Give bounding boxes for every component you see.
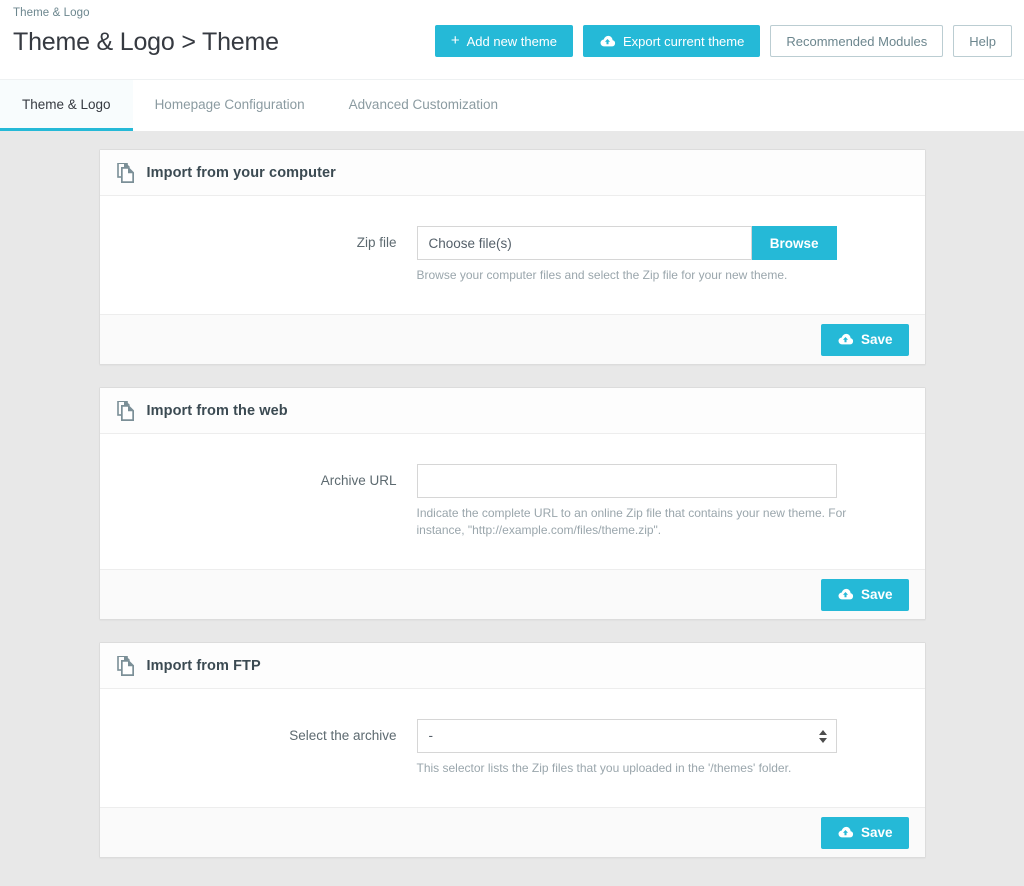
tab-theme-and-logo[interactable]: Theme & Logo	[0, 80, 133, 131]
select-archive-label: Select the archive	[289, 728, 397, 743]
add-new-theme-label: Add new theme	[466, 33, 557, 49]
document-copy-icon	[116, 162, 136, 183]
select-archive-field: - This selector lists the Zip files that…	[416, 719, 903, 777]
breadcrumb: Theme & Logo	[13, 7, 90, 19]
panel-import-from-your-computer: Import from your computer Zip file Brows…	[98, 149, 926, 365]
tab-bar: Theme & Logo Homepage Configuration Adva…	[0, 79, 1024, 131]
document-copy-icon	[116, 400, 136, 421]
panel-import-from-the-web: Import from the web Archive URL Indicate…	[98, 387, 926, 620]
panel-header: Import from your computer	[99, 150, 925, 196]
panel-footer: Save	[99, 807, 925, 857]
tab-label: Advanced Customization	[348, 96, 499, 112]
archive-url-field: Indicate the complete URL to an online Z…	[416, 464, 903, 539]
cloud-upload-icon	[837, 826, 854, 839]
panel-footer: Save	[99, 569, 925, 619]
select-archive-wrapper: -	[416, 719, 837, 753]
form-row-zip-file: Zip file Browse Browse your computer fil…	[100, 226, 925, 284]
export-current-theme-button[interactable]: Export current theme	[582, 25, 761, 57]
panel-title: Import from your computer	[146, 164, 336, 181]
panel-header: Import from the web	[99, 388, 925, 434]
panel-title: Import from FTP	[146, 657, 261, 674]
save-label: Save	[860, 825, 893, 840]
panel-body: Select the archive - This selector lists…	[100, 689, 925, 807]
zip-file-field: Browse Browse your computer files and se…	[416, 226, 903, 284]
panel-header: Import from FTP	[99, 643, 925, 689]
cloud-upload-icon	[599, 35, 616, 48]
cloud-upload-icon	[837, 588, 854, 601]
tab-label: Theme & Logo	[22, 96, 111, 112]
main-content: Import from your computer Zip file Brows…	[0, 131, 1024, 886]
help-button[interactable]: Help	[953, 25, 1012, 57]
tab-homepage-configuration[interactable]: Homepage Configuration	[133, 80, 327, 131]
zip-file-input[interactable]	[416, 226, 752, 260]
panel-title: Import from the web	[146, 402, 288, 419]
panel-body: Archive URL Indicate the complete URL to…	[100, 434, 925, 569]
tab-label: Homepage Configuration	[154, 96, 305, 112]
zip-file-help-text: Browse your computer files and select th…	[416, 268, 788, 282]
save-button[interactable]: Save	[820, 816, 909, 849]
cloud-upload-icon	[837, 333, 854, 346]
zip-file-input-group: Browse	[416, 226, 837, 260]
archive-url-label: Archive URL	[320, 473, 397, 488]
header-actions: + Add new theme Export current theme Rec…	[434, 25, 1012, 57]
form-row-select-archive: Select the archive - This selector lists…	[100, 719, 925, 777]
panel-footer: Save	[99, 314, 925, 364]
recommended-modules-button[interactable]: Recommended Modules	[770, 25, 944, 57]
save-button[interactable]: Save	[820, 323, 909, 356]
save-label: Save	[860, 332, 893, 347]
select-archive-help-text: This selector lists the Zip files that y…	[416, 761, 792, 775]
export-current-theme-label: Export current theme	[622, 33, 745, 49]
recommended-modules-label: Recommended Modules	[786, 33, 928, 49]
form-row-archive-url: Archive URL Indicate the complete URL to…	[100, 464, 925, 539]
browse-button[interactable]: Browse	[751, 226, 837, 260]
plus-icon: +	[450, 31, 460, 49]
panel-import-from-ftp: Import from FTP Select the archive - Thi…	[98, 642, 926, 858]
add-new-theme-button[interactable]: + Add new theme	[434, 25, 573, 57]
save-button[interactable]: Save	[820, 578, 909, 611]
save-label: Save	[860, 587, 893, 602]
document-copy-icon	[116, 655, 136, 676]
select-archive-dropdown[interactable]: -	[416, 719, 837, 753]
archive-url-help-text: Indicate the complete URL to an online Z…	[416, 506, 847, 537]
page-header: Theme & Logo Theme & Logo > Theme + Add …	[0, 0, 1024, 79]
tab-advanced-customization[interactable]: Advanced Customization	[327, 80, 520, 131]
panel-body: Zip file Browse Browse your computer fil…	[100, 196, 925, 314]
archive-url-input[interactable]	[416, 464, 837, 498]
help-label: Help	[969, 33, 996, 49]
zip-file-label: Zip file	[356, 235, 397, 250]
